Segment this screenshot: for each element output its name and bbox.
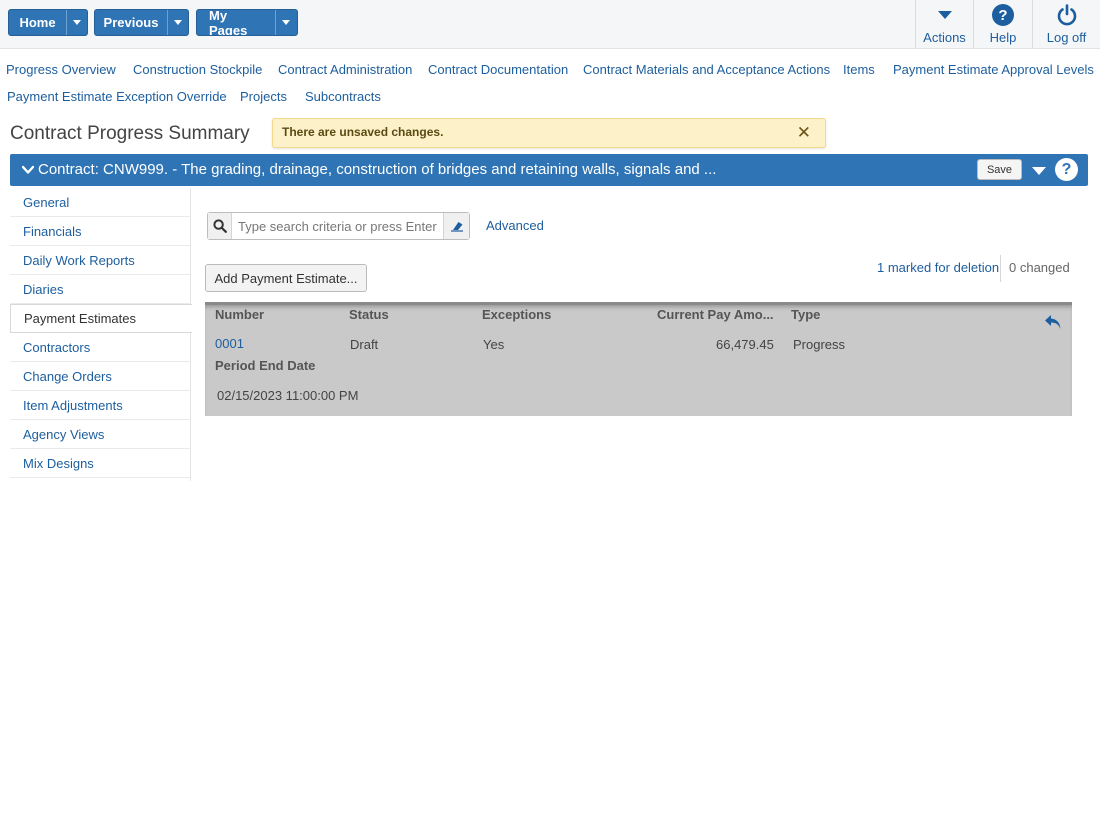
save-button[interactable]: Save [977, 159, 1022, 180]
sidebar-item-diaries[interactable]: Diaries [10, 275, 190, 304]
power-icon [1055, 2, 1079, 28]
sidebar-item-change-orders[interactable]: Change Orders [10, 362, 190, 391]
advanced-search-link[interactable]: Advanced [486, 218, 544, 233]
changed-count: 0 changed [1009, 260, 1070, 275]
search-input[interactable] [238, 217, 438, 235]
marked-for-deletion-link[interactable]: 1 marked for deletion [877, 260, 999, 275]
header-period-end-date: Period End Date [215, 358, 316, 373]
cell-period-end-date: 02/15/2023 11:00:00 PM [217, 388, 359, 403]
nav-projects[interactable]: Projects [240, 89, 287, 104]
chevron-down-icon [174, 20, 182, 25]
help-label: Help [989, 30, 1017, 45]
header-exceptions: Exceptions [482, 307, 552, 322]
caret-down-icon[interactable] [1032, 167, 1046, 175]
actions-button[interactable]: Actions [915, 0, 973, 48]
add-payment-estimate-button[interactable]: Add Payment Estimate... [205, 264, 367, 292]
nav-contract-administration[interactable]: Contract Administration [278, 62, 412, 77]
cell-status: Draft [350, 337, 379, 352]
previous-dropdown-button[interactable] [167, 10, 188, 35]
my-pages-dropdown-button[interactable] [274, 10, 297, 35]
nav-subcontracts[interactable]: Subcontracts [305, 89, 381, 104]
sidebar-item-mix-designs[interactable]: Mix Designs [10, 449, 190, 478]
contract-header-bar: Contract: CNW999. - The grading, drainag… [10, 154, 1088, 186]
page-title: Contract Progress Summary [10, 123, 250, 144]
sidebar-item-daily-work-reports[interactable]: Daily Work Reports [10, 246, 190, 275]
home-dropdown-button[interactable] [66, 10, 87, 35]
nav-payment-estimate-approval-levels[interactable]: Payment Estimate Approval Levels [893, 62, 1094, 77]
cell-current-pay-amount: 66,479.45 [716, 337, 774, 352]
log-off-label: Log off [1046, 30, 1087, 45]
sidebar-item-general[interactable]: General [10, 188, 190, 217]
sidebar-item-contractors[interactable]: Contractors [10, 333, 190, 362]
search-icon[interactable] [208, 213, 232, 239]
caret-down-icon [937, 2, 953, 28]
home-button[interactable]: Home [9, 10, 66, 35]
home-split-button: Home [8, 9, 88, 36]
eraser-icon[interactable] [443, 213, 469, 239]
nav-contract-documentation[interactable]: Contract Documentation [428, 62, 568, 77]
actions-label: Actions [923, 30, 966, 45]
help-icon: ? [991, 2, 1015, 28]
my-pages-button[interactable]: My Pages [197, 10, 275, 35]
cell-exceptions: Yes [483, 337, 505, 352]
undo-icon[interactable] [1043, 313, 1063, 334]
nav-progress-overview[interactable]: Progress Overview [6, 62, 116, 77]
help-button[interactable]: ? Help [973, 0, 1032, 48]
nav-items[interactable]: Items [843, 62, 875, 77]
nav-payment-estimate-exception-override[interactable]: Payment Estimate Exception Override [7, 89, 227, 104]
header-status: Status [349, 307, 389, 322]
payment-estimate-row[interactable]: Number Status Exceptions Current Pay Amo… [205, 302, 1072, 416]
sidebar-item-financials[interactable]: Financials [10, 217, 190, 246]
alert-text: There are unsaved changes. [282, 125, 444, 139]
component-sidebar: General Financials Daily Work Reports Di… [10, 188, 192, 481]
header-type: Type [791, 307, 821, 322]
previous-button[interactable]: Previous [95, 10, 167, 35]
cell-type: Progress [793, 337, 846, 352]
top-toolbar: Home Previous My Pages Actions ? Help Lo… [0, 0, 1100, 49]
previous-split-button: Previous [94, 9, 189, 36]
chevron-down-icon[interactable] [21, 163, 35, 178]
status-divider [1000, 255, 1001, 282]
sidebar-item-payment-estimates[interactable]: Payment Estimates [10, 304, 192, 333]
nav-construction-stockpile[interactable]: Construction Stockpile [133, 62, 262, 77]
chevron-down-icon [73, 20, 81, 25]
log-off-button[interactable]: Log off [1032, 0, 1100, 48]
nav-contract-materials[interactable]: Contract Materials and Acceptance Action… [583, 62, 830, 77]
svg-text:?: ? [998, 7, 1007, 24]
sidebar-item-item-adjustments[interactable]: Item Adjustments [10, 391, 190, 420]
contract-title: Contract: CNW999. - The grading, drainag… [38, 161, 717, 178]
chevron-down-icon [282, 20, 291, 25]
search-box [207, 212, 470, 240]
sidebar-item-agency-views[interactable]: Agency Views [10, 420, 190, 449]
header-current-pay-amount: Current Pay Amo... [657, 307, 774, 322]
cell-number-link[interactable]: 0001 [215, 336, 244, 351]
help-icon[interactable]: ? [1055, 158, 1078, 181]
close-icon[interactable]: ✕ [797, 124, 811, 142]
unsaved-changes-alert: There are unsaved changes. ✕ [272, 118, 826, 148]
mypages-split-button: My Pages [196, 9, 298, 36]
header-number: Number [215, 307, 265, 322]
